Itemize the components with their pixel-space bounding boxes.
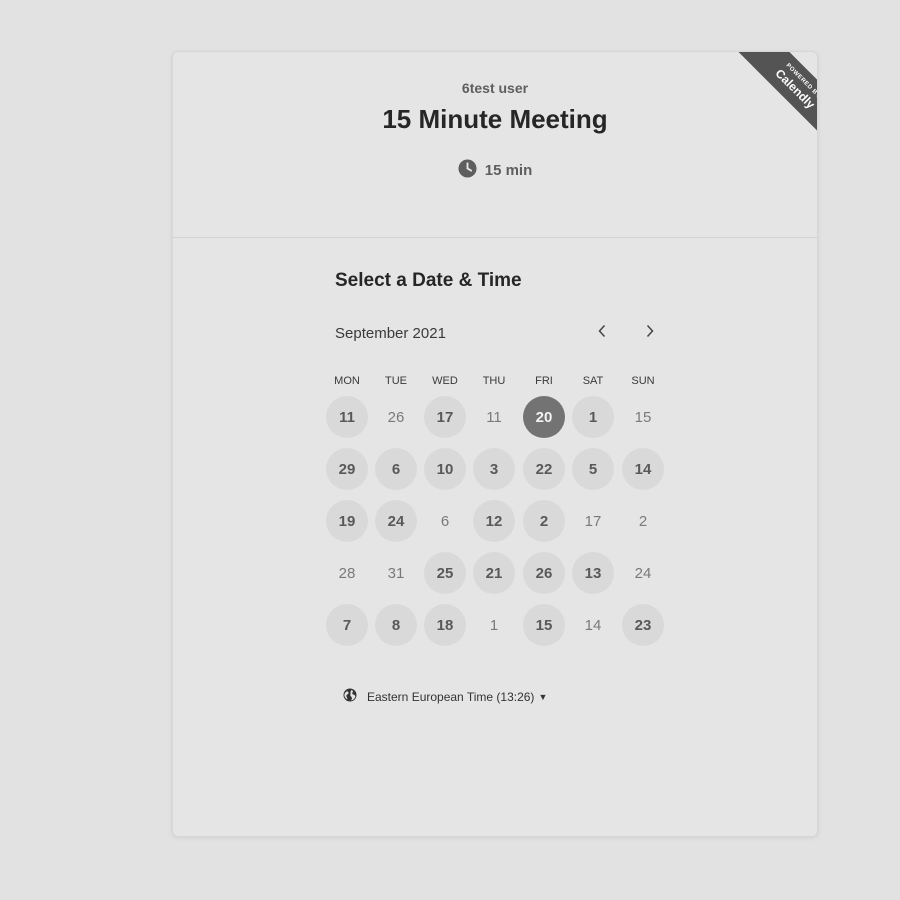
unavailable-date: 14 <box>584 616 602 634</box>
clock-icon <box>458 159 477 182</box>
available-date[interactable]: 21 <box>473 552 515 594</box>
selected-date[interactable]: 20 <box>523 396 565 438</box>
unavailable-date: 26 <box>387 408 405 426</box>
available-date[interactable]: 12 <box>473 500 515 542</box>
calendar-month: September 2021 <box>335 325 446 342</box>
available-date[interactable]: 22 <box>523 448 565 490</box>
available-date[interactable]: 7 <box>326 604 368 646</box>
available-date[interactable]: 8 <box>375 604 417 646</box>
unavailable-date: 24 <box>634 564 652 582</box>
booking-card: 6test user 15 Minute Meeting 15 min POWE… <box>172 51 818 837</box>
weekday-tue: TUE <box>385 375 407 387</box>
unavailable-date: 28 <box>338 564 356 582</box>
available-date[interactable]: 10 <box>424 448 466 490</box>
unavailable-date: 11 <box>486 408 502 426</box>
section-heading: Select a Date & Time <box>335 270 522 291</box>
unavailable-date: 2 <box>638 512 648 530</box>
available-date[interactable]: 5 <box>572 448 614 490</box>
available-date[interactable]: 24 <box>375 500 417 542</box>
chevron-left-icon <box>597 324 607 343</box>
available-date[interactable]: 25 <box>424 552 466 594</box>
weekday-thu: THU <box>482 375 506 387</box>
prev-month-button[interactable] <box>590 321 614 345</box>
powered-by-calendly-badge[interactable]: POWERED BY Calendly <box>717 52 817 152</box>
available-date[interactable]: 23 <box>622 604 664 646</box>
weekday-fri: FRI <box>535 375 553 387</box>
weekday-wed: WED <box>432 375 458 387</box>
chevron-right-icon <box>645 324 655 343</box>
event-header: 6test user 15 Minute Meeting 15 min POWE… <box>173 52 817 238</box>
available-date[interactable]: 19 <box>326 500 368 542</box>
next-month-button[interactable] <box>638 321 662 345</box>
duration-label: 15 min <box>484 162 533 179</box>
available-date[interactable]: 2 <box>523 500 565 542</box>
available-date[interactable]: 14 <box>622 448 664 490</box>
available-date[interactable]: 6 <box>375 448 417 490</box>
available-date[interactable]: 15 <box>523 604 565 646</box>
unavailable-date: 6 <box>440 512 450 530</box>
available-date[interactable]: 26 <box>523 552 565 594</box>
unavailable-date: 15 <box>634 408 652 426</box>
powered-by-ribbon[interactable]: POWERED BY Calendly <box>732 52 817 152</box>
timezone-label: Eastern European Time (13:26) <box>367 689 535 704</box>
timezone-selector[interactable]: Eastern European Time (13:26) ▼ <box>343 688 547 705</box>
available-date[interactable]: 3 <box>473 448 515 490</box>
caret-down-icon: ▼ <box>538 691 548 702</box>
globe-icon <box>343 688 357 705</box>
event-duration: 15 min <box>173 159 817 182</box>
available-date[interactable]: 18 <box>424 604 466 646</box>
weekday-sat: SAT <box>582 375 604 387</box>
available-date[interactable]: 13 <box>572 552 614 594</box>
weekday-sun: SUN <box>631 375 655 387</box>
available-date[interactable]: 29 <box>326 448 368 490</box>
unavailable-date: 1 <box>489 616 499 634</box>
available-date[interactable]: 1 <box>572 396 614 438</box>
unavailable-date: 17 <box>584 512 602 530</box>
weekday-mon: MON <box>334 375 360 387</box>
unavailable-date: 31 <box>387 564 405 582</box>
available-date[interactable]: 17 <box>424 396 466 438</box>
available-date[interactable]: 11 <box>326 396 368 438</box>
